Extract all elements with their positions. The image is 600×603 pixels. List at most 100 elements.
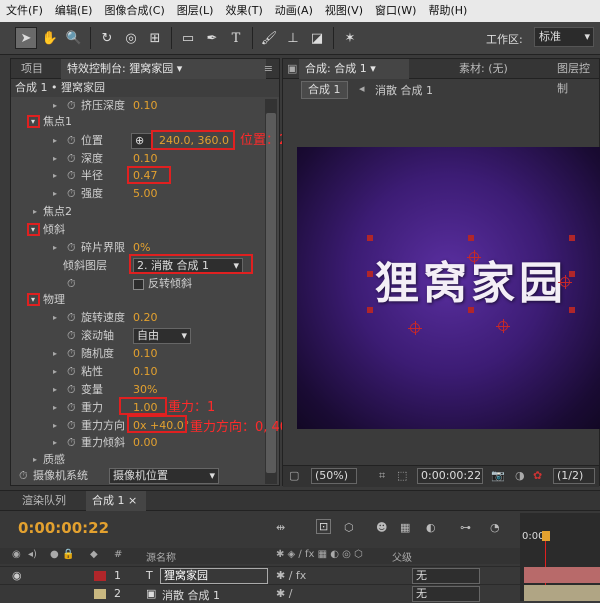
tab-comp1-timeline[interactable]: 合成 1 × — [86, 491, 146, 511]
radius-value[interactable]: 0.47 — [133, 167, 158, 185]
expand-icon[interactable]: ▸ — [53, 345, 63, 363]
mini-flowchart-icon[interactable]: ⊡ — [316, 519, 332, 534]
puppet-tool-icon[interactable]: ✶ — [339, 27, 361, 49]
fragment-limit-value[interactable]: 0% — [133, 239, 150, 257]
layer-switches-icons[interactable]: ✱ ∕ — [276, 587, 292, 600]
show-snapshot-icon[interactable]: ◑ — [515, 469, 525, 482]
menu-window[interactable]: 窗口(W) — [369, 0, 422, 22]
snapshot-icon[interactable]: 📷 — [491, 469, 505, 482]
stopwatch-icon[interactable]: ⏱ — [67, 167, 79, 185]
graph-editor-icon[interactable]: ⊶ — [460, 521, 471, 534]
mass-variance-value[interactable]: 30% — [133, 381, 157, 399]
expand-icon[interactable]: ▸ — [53, 363, 63, 381]
stopwatch-icon[interactable]: ⏱ — [67, 434, 79, 452]
menu-view[interactable]: 视图(V) — [319, 0, 369, 22]
camera-tool-icon[interactable]: ◎ — [120, 27, 142, 49]
expand-icon[interactable]: ▸ — [53, 434, 63, 452]
panel-menu-icon[interactable]: ≡ — [264, 62, 273, 75]
compositional-icon[interactable]: ⇹ — [276, 521, 285, 534]
stopwatch-icon[interactable]: ⏱ — [67, 363, 79, 381]
tab-render-queue[interactable]: 渲染队列 — [16, 491, 72, 511]
gravity-direction-value[interactable]: 0x +40.0° — [133, 417, 189, 435]
draft-3d-icon[interactable]: ⬡ — [344, 521, 354, 534]
camera-system-select[interactable]: 摄像机位置 ▾ — [109, 468, 219, 484]
current-time-indicator-icon[interactable] — [542, 531, 550, 541]
timeline-area[interactable]: 0:00s — [520, 513, 600, 601]
collapse-icon[interactable]: ▾ — [31, 291, 41, 309]
grid-toggle-icon[interactable]: ⌗ — [379, 469, 385, 483]
tilt-layer-select[interactable]: 2. 消散 合成 1 ▾ — [133, 258, 243, 274]
clone-stamp-tool-icon[interactable]: ⊥ — [282, 27, 304, 49]
eraser-tool-icon[interactable]: ◪ — [306, 27, 328, 49]
layer-name[interactable]: 消散 合成 1 — [162, 587, 220, 603]
gravity-value[interactable]: 1.00 — [133, 399, 158, 417]
stopwatch-icon[interactable]: ⏱ — [67, 239, 79, 257]
stopwatch-icon[interactable]: ⏱ — [67, 399, 79, 417]
depth-value[interactable]: 0.10 — [133, 150, 158, 168]
brush-tool-icon[interactable]: 🖌 — [258, 27, 280, 49]
anchor-point-icon[interactable] — [467, 250, 481, 264]
frame-blending-icon[interactable]: ▦ — [400, 521, 410, 534]
menu-help[interactable]: 帮助(H) — [422, 0, 473, 22]
tab-effect-controls[interactable]: 特效控制台: 狸窝家园 ▾ — [61, 59, 266, 79]
workspace-select[interactable]: 标准 ▾ — [534, 27, 594, 47]
tab-layer-controls[interactable]: 图层控制 — [551, 59, 599, 95]
roll-axis-select[interactable]: 自由 ▾ — [133, 328, 191, 344]
lock-icon[interactable]: ▣ — [287, 62, 297, 75]
stopwatch-icon[interactable]: ⏱ — [67, 309, 79, 327]
tab-project[interactable]: 项目 — [15, 59, 49, 79]
rotate-tool-icon[interactable]: ↻ — [96, 27, 118, 49]
layer-row[interactable]: 2 ▣ 消散 合成 1 ✱ ∕ 无 — [0, 584, 520, 602]
menu-layer[interactable]: 图层(L) — [171, 0, 220, 22]
reverse-tilt-checkbox[interactable] — [133, 279, 144, 290]
breadcrumb-dissolve-comp[interactable]: 消散 合成 1 — [375, 82, 433, 98]
hand-tool-icon[interactable]: ✋ — [39, 27, 61, 49]
pen-tool-icon[interactable]: ✒ — [201, 27, 223, 49]
expand-icon[interactable]: ▸ — [53, 185, 63, 203]
rectangle-tool-icon[interactable]: ▭ — [177, 27, 199, 49]
layer-handle[interactable] — [468, 307, 474, 313]
expand-icon[interactable]: ▸ — [53, 399, 63, 417]
menu-file[interactable]: 文件(F) — [0, 0, 49, 22]
layer-handle[interactable] — [367, 235, 373, 241]
menu-effect[interactable]: 效果(T) — [219, 0, 268, 22]
expand-icon[interactable]: ▸ — [53, 309, 63, 327]
label-color-swatch[interactable] — [94, 571, 106, 581]
layer-name[interactable]: 狸窝家园 — [160, 568, 268, 584]
collapse-icon[interactable]: ▾ — [31, 221, 41, 239]
expand-icon[interactable]: ▸ — [53, 132, 63, 150]
expand-icon[interactable]: ▸ — [53, 381, 63, 399]
randomness-value[interactable]: 0.10 — [133, 345, 158, 363]
stopwatch-icon[interactable]: ⏱ — [67, 150, 79, 168]
stopwatch-icon[interactable]: ⏱ — [67, 417, 79, 435]
collapse-icon[interactable]: ▾ — [31, 113, 41, 131]
position-value[interactable]: 240.0, 360.0 — [159, 132, 229, 150]
layer-handle[interactable] — [367, 271, 373, 277]
expand-icon[interactable]: ▸ — [53, 150, 63, 168]
zoom-tool-icon[interactable]: 🔍 — [63, 27, 85, 49]
layer-row[interactable]: ◉ 1 T 狸窝家园 ✱ ∕ fx @ 无 — [0, 566, 520, 584]
stopwatch-icon[interactable]: ⏱ — [67, 381, 79, 399]
layer-handle[interactable] — [569, 307, 575, 313]
rotation-speed-value[interactable]: 0.20 — [133, 309, 158, 327]
current-time-display[interactable]: 0:00:00:22 — [417, 468, 483, 484]
breadcrumb-comp1[interactable]: 合成 1 — [301, 81, 348, 99]
gravity-tilt-value[interactable]: 0.00 — [133, 434, 158, 452]
expand-icon[interactable]: ▸ — [33, 203, 43, 221]
zoom-select[interactable]: (50%) — [311, 468, 357, 484]
focus-point-icon[interactable] — [408, 321, 422, 335]
focus-point-icon[interactable] — [558, 275, 572, 289]
safe-area-icon[interactable]: ▢ — [289, 469, 299, 482]
color-channels-icon[interactable]: ✿ — [533, 469, 542, 482]
layer-handle[interactable] — [569, 235, 575, 241]
region-of-interest-icon[interactable]: ⬚ — [397, 469, 407, 482]
label-color-swatch[interactable] — [94, 589, 106, 599]
text-tool-icon[interactable]: T — [225, 27, 247, 49]
brainstorm-icon[interactable]: ◔ — [490, 521, 500, 534]
focus-point-icon[interactable] — [496, 319, 510, 333]
tab-footage[interactable]: 素材: (无) — [453, 59, 514, 79]
menu-composition[interactable]: 图像合成(C) — [98, 0, 170, 22]
stopwatch-icon[interactable]: ⏱ — [67, 185, 79, 203]
expand-icon[interactable]: ▸ — [53, 417, 63, 435]
stopwatch-icon[interactable]: ⏱ — [19, 467, 31, 485]
